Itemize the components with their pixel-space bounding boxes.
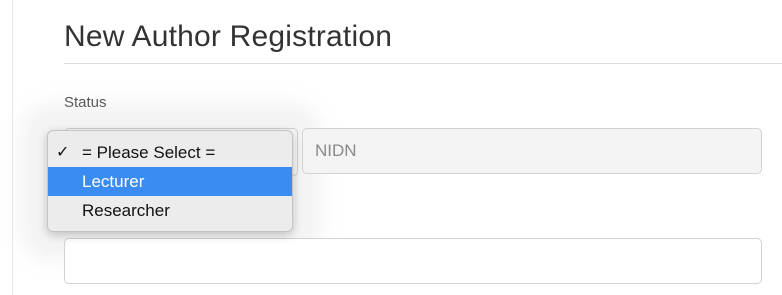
option-label: Lecturer [82, 172, 145, 191]
text-input[interactable] [64, 238, 762, 284]
status-option-lecturer[interactable]: Lecturer [48, 167, 292, 196]
status-dropdown-menu: ✓ = Please Select = Lecturer Researcher [47, 130, 293, 232]
status-option-please-select[interactable]: ✓ = Please Select = [48, 138, 292, 167]
checkmark-icon: ✓ [56, 144, 70, 161]
nidn-input[interactable] [302, 128, 762, 174]
status-label: Status [64, 94, 107, 111]
registration-page: New Author Registration Status ✓ = Pleas… [0, 0, 782, 295]
title-divider [64, 63, 782, 64]
option-label: Researcher [82, 201, 170, 220]
option-label: = Please Select = [82, 143, 216, 162]
left-border-line [12, 0, 13, 295]
status-option-researcher[interactable]: Researcher [48, 196, 292, 225]
page-title: New Author Registration [64, 20, 393, 53]
